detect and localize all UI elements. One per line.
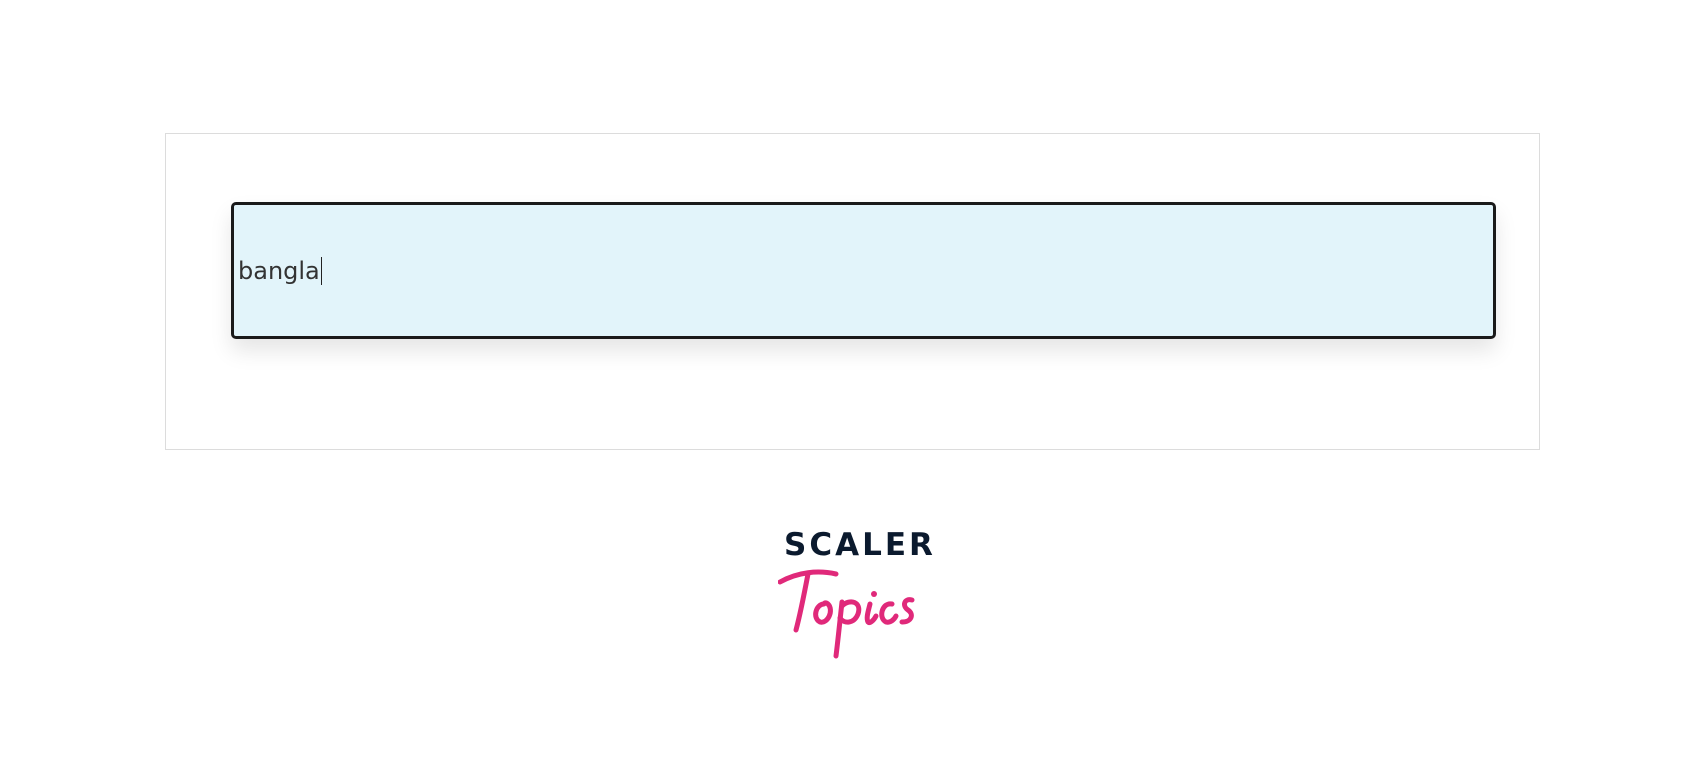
input-value: bangla: [238, 256, 320, 285]
demo-frame: bangla: [165, 133, 1540, 450]
text-caret: [320, 256, 323, 285]
logo-scaler-text: SCALER: [784, 527, 936, 563]
logo-topics-script: [778, 569, 915, 659]
text-input[interactable]: bangla: [231, 202, 1496, 339]
scaler-topics-logo: SCALER: [760, 530, 940, 660]
